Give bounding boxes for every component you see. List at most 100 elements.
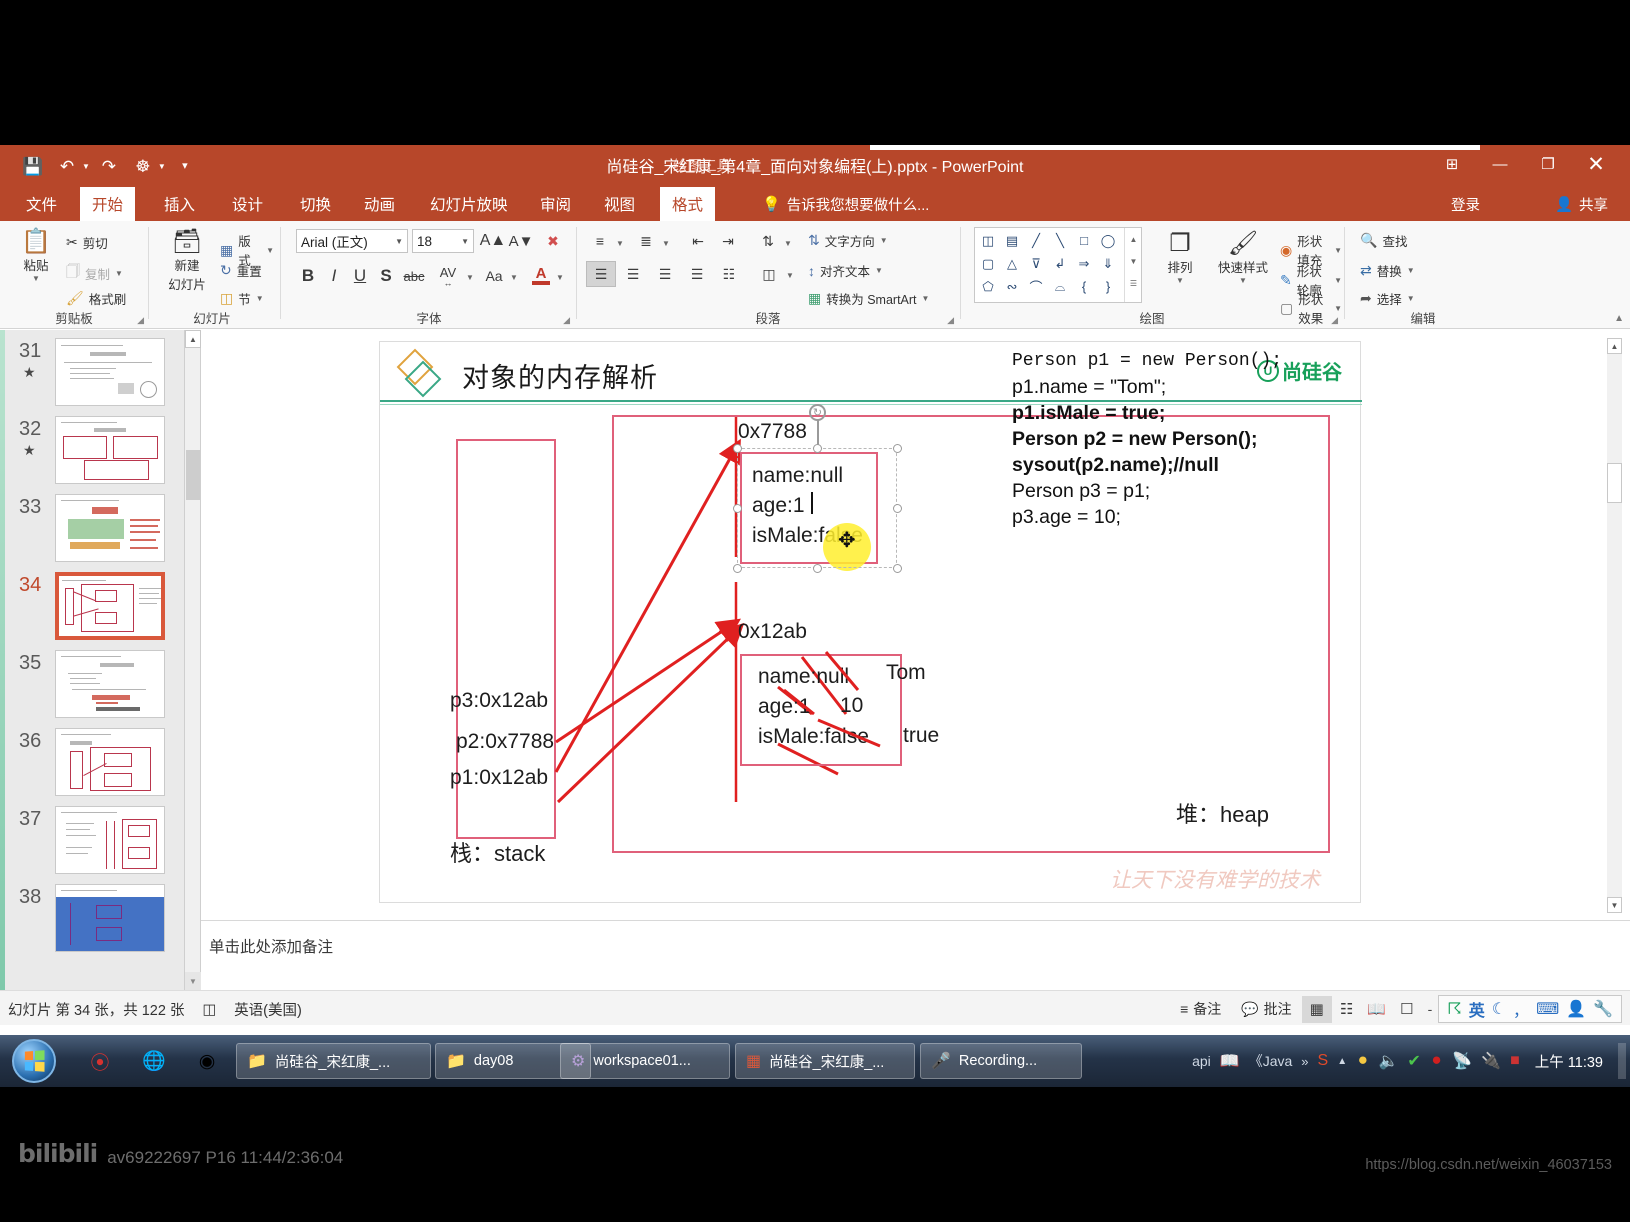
rotate-handle-icon[interactable]: ↻ [809, 404, 826, 421]
drawing-dialog-launcher[interactable]: ◢ [1331, 315, 1338, 326]
distribute-button[interactable]: ☷ [714, 261, 744, 287]
slide-thumbnail-37[interactable]: 37 [13, 804, 173, 880]
chevron-down-icon[interactable]: ▼ [461, 237, 469, 246]
shape-right-brace-icon[interactable]: } [1096, 275, 1120, 298]
tab-insert[interactable]: 插入 [152, 187, 207, 221]
close-button[interactable]: ✕ [1572, 147, 1620, 181]
columns-dropdown-icon[interactable]: ▼ [786, 271, 794, 280]
section-dropdown-icon[interactable]: ▼ [256, 294, 264, 303]
font-family-combobox[interactable]: Arial (正文) ▼ [296, 229, 408, 253]
quick-styles-button[interactable]: 🖌 快速样式 ▼ [1212, 231, 1274, 286]
show-desktop-button[interactable] [1618, 1043, 1626, 1079]
shape-textbox-icon[interactable]: ◫ [976, 229, 1000, 252]
shape-arc2-icon[interactable]: ⌓ [1048, 275, 1072, 298]
slide-thumbnail-32[interactable]: 32 ★ [13, 414, 173, 490]
user-icon[interactable]: 👤 [1566, 999, 1586, 1019]
sogou-icon[interactable]: ⦿ [86, 1047, 114, 1075]
resize-handle-sw[interactable] [733, 564, 742, 573]
paste-button[interactable]: 📋 粘贴 ▼ [10, 229, 62, 284]
shape-line-icon[interactable]: ╱ [1024, 229, 1048, 252]
smartart-dropdown-icon[interactable]: ▼ [922, 294, 930, 303]
ribbon-tab-row[interactable]: 文件 开始 插入 设计 切换 动画 幻灯片放映 审阅 视图 格式 💡 告诉我您想… [0, 187, 1630, 221]
comments-button[interactable]: 💬 批注 [1231, 996, 1301, 1023]
change-case-dropdown-icon[interactable]: ▼ [510, 273, 518, 282]
shape-right-arrow-icon[interactable]: ⇒ [1072, 252, 1096, 275]
scroll-down-icon[interactable]: ▼ [185, 972, 201, 990]
shape-down-arrow-icon[interactable]: ⇓ [1096, 252, 1120, 275]
bullets-dropdown-icon[interactable]: ▼ [616, 239, 624, 248]
shapes-more-icon[interactable]: ☰ [1125, 272, 1142, 294]
shape-rect-icon[interactable]: □ [1072, 229, 1096, 252]
shape-curve-icon[interactable]: ∾ [1000, 275, 1024, 298]
keyboard-icon[interactable]: ⌨ [1536, 999, 1559, 1019]
moon-icon[interactable]: ☾ [1492, 999, 1506, 1019]
resize-handle-e[interactable] [893, 504, 902, 513]
shape-rounded-rect-icon[interactable]: ▢ [976, 252, 1000, 275]
decrease-indent-button[interactable]: ⇤ [684, 229, 712, 253]
char-spacing-dropdown-icon[interactable]: ▼ [466, 273, 474, 282]
chevron-down-icon[interactable]: ▼ [395, 237, 403, 246]
arrange-button[interactable]: ❐ 排列 ▼ [1152, 231, 1208, 286]
section-button[interactable]: ◫ 节 ▼ [220, 289, 264, 308]
resize-handle-n[interactable] [813, 444, 822, 453]
shapes-scroll-up-icon[interactable]: ▲ [1125, 228, 1142, 250]
power-icon[interactable]: 🔌 [1481, 1051, 1501, 1071]
numbering-button[interactable]: ≣ [632, 229, 660, 253]
shape-oval-icon[interactable]: ◯ [1096, 229, 1120, 252]
font-color-dropdown-icon[interactable]: ▼ [556, 273, 564, 282]
tab-home[interactable]: 开始 [80, 187, 136, 221]
zoom-out-button[interactable]: - [1422, 1001, 1439, 1017]
cut-button[interactable]: ✂ 剪切 [66, 233, 108, 252]
strikethrough-button[interactable]: abc [400, 263, 428, 289]
chrome-icon[interactable]: ◉ [193, 1047, 221, 1075]
shape-elbow-arrow-icon[interactable]: ↲ [1048, 252, 1072, 275]
restore-button[interactable]: ❐ [1524, 147, 1572, 181]
resize-handle-w[interactable] [733, 504, 742, 513]
replace-button[interactable]: ⇄ 替换 ▼ [1360, 261, 1415, 280]
notes-button[interactable]: ≡ 备注 [1170, 996, 1231, 1023]
bullets-button[interactable]: ≡ [586, 229, 614, 253]
font-dialog-launcher[interactable]: ◢ [563, 315, 570, 326]
reset-button[interactable]: ↻ 重置 [220, 261, 262, 280]
line-spacing-dropdown-icon[interactable]: ▼ [784, 239, 792, 248]
increase-font-size-button[interactable]: A▲ [480, 229, 507, 253]
tell-me-search[interactable]: 💡 告诉我您想要做什么... [762, 187, 929, 221]
resize-handle-ne[interactable] [893, 444, 902, 453]
arrange-dropdown-icon[interactable]: ▼ [1176, 276, 1184, 285]
ime-toolbar[interactable]: ☈ 英 ☾ ， ⌨ 👤 🔧 [1438, 995, 1622, 1023]
align-left-button[interactable]: ☰ [586, 261, 616, 287]
sogou-input-icon[interactable]: S [1318, 1052, 1329, 1070]
slide-scrollbar[interactable]: ▲ ▼ [1607, 338, 1622, 913]
safe-eject-icon[interactable]: ■ [1510, 1052, 1520, 1070]
ime-logo-icon[interactable]: ☈ [1447, 999, 1461, 1019]
taskbar-button-explorer-1[interactable]: 📁 尚硅谷_宋红康_... [236, 1043, 431, 1079]
copy-button[interactable]: 🗍 复制 ▼ [66, 261, 123, 285]
justify-button[interactable]: ☰ [682, 261, 712, 287]
select-dropdown-icon[interactable]: ▼ [1407, 294, 1415, 303]
slide-thumbnail-36[interactable]: 36 [13, 726, 173, 802]
punctuation-icon[interactable]: ， [1513, 997, 1529, 1021]
slide-thumbnail-33[interactable]: 33 [13, 492, 173, 568]
sign-in-button[interactable]: 登录 [1451, 187, 1480, 221]
italic-button[interactable]: I [322, 263, 346, 289]
slide-thumbnail-35[interactable]: 35 [13, 648, 173, 724]
shapes-scrollbar[interactable]: ▲ ▼ ☰ [1124, 228, 1142, 302]
numbering-dropdown-icon[interactable]: ▼ [662, 239, 670, 248]
shape-arc-icon[interactable]: ⌒ [1024, 275, 1048, 298]
resize-handle-nw[interactable] [733, 444, 742, 453]
text-direction-dropdown-icon[interactable]: ▼ [880, 236, 888, 245]
volume-icon[interactable]: 🔈 [1379, 1051, 1399, 1071]
convert-to-smartart-button[interactable]: ▦ 转换为 SmartArt ▼ [808, 289, 929, 308]
start-button[interactable] [12, 1039, 56, 1083]
language-indicator[interactable]: 英语(美国) [234, 999, 302, 1020]
tab-review[interactable]: 审阅 [528, 187, 583, 221]
paragraph-dialog-launcher[interactable]: ◢ [947, 315, 954, 326]
new-slide-button[interactable]: 🗃 新建 幻灯片 [158, 229, 216, 293]
browser-icon[interactable]: 🌐 [140, 1047, 168, 1075]
line-spacing-button[interactable]: ⇅ [754, 229, 782, 253]
shape-triangle-icon[interactable]: △ [1000, 252, 1024, 275]
tab-format[interactable]: 格式 [660, 187, 716, 221]
align-center-button[interactable]: ☰ [618, 261, 648, 287]
taskbar-clock[interactable]: 上午 11:39 [1535, 1051, 1603, 1072]
clipboard-dialog-launcher[interactable]: ◢ [137, 315, 144, 326]
